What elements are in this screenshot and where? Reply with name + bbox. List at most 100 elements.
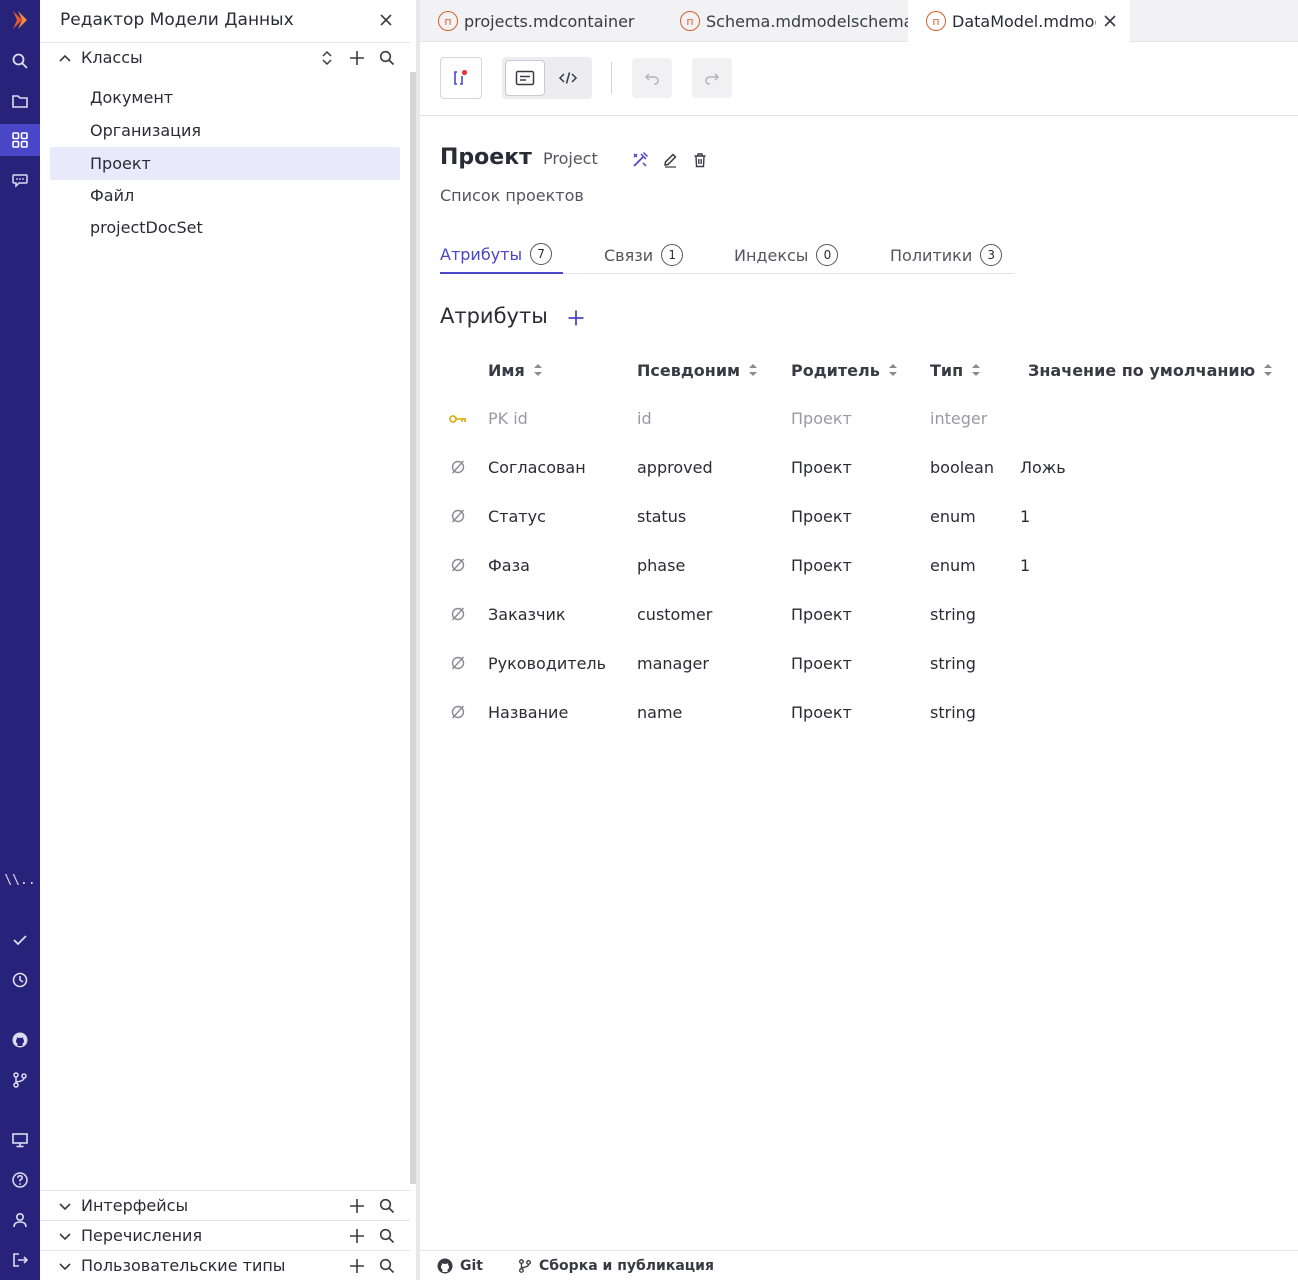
cell-type[interactable]: string	[930, 654, 976, 673]
cell-parent[interactable]: Проект	[791, 507, 852, 526]
column-header-default[interactable]: Значение по умолчанию	[1028, 358, 1273, 382]
chevron-down-icon[interactable]	[52, 1251, 78, 1280]
cell-name[interactable]: PK id	[488, 409, 528, 428]
tab-indexes[interactable]: Индексы 0	[734, 236, 839, 274]
sidebar-title: Редактор Модели Данных	[60, 10, 294, 30]
cell-parent[interactable]: Проект	[791, 409, 852, 428]
form-view-button[interactable]	[505, 60, 545, 96]
logo-icon[interactable]	[0, 4, 40, 36]
cell-type[interactable]: string	[930, 703, 976, 722]
cell-parent[interactable]: Проект	[791, 458, 852, 477]
tab-attributes[interactable]: Атрибуты 7	[440, 236, 563, 274]
tab-datamodel[interactable]: п DataModel.mdmodel	[908, 0, 1130, 42]
search-icon[interactable]	[372, 1221, 402, 1251]
nullable-icon	[447, 505, 469, 527]
cell-type[interactable]: enum	[930, 507, 976, 526]
folder-icon[interactable]	[0, 85, 40, 117]
chevron-down-icon[interactable]	[52, 1221, 78, 1251]
chevron-down-icon[interactable]	[52, 1191, 78, 1221]
count-badge: 1	[661, 244, 684, 266]
cell-alias[interactable]: name	[637, 703, 682, 722]
cell-parent[interactable]: Проект	[791, 556, 852, 575]
section-user-types-label: Пользовательские типы	[81, 1256, 286, 1275]
section-classes[interactable]: Классы	[40, 42, 410, 72]
add-icon[interactable]	[342, 1221, 372, 1251]
cell-name[interactable]: Руководитель	[488, 654, 606, 673]
class-name: Проект	[440, 145, 532, 170]
section-enums[interactable]: Перечисления	[40, 1220, 410, 1250]
class-item-selected[interactable]: Проект	[50, 147, 400, 180]
branch-icon[interactable]	[0, 1064, 40, 1096]
help-icon[interactable]	[0, 1164, 40, 1196]
tab-relations[interactable]: Связи 1	[604, 236, 684, 274]
tab-policies[interactable]: Политики 3	[890, 236, 1003, 274]
cell-name[interactable]: Согласован	[488, 458, 586, 477]
split-view-button[interactable]	[440, 57, 482, 99]
close-icon[interactable]	[374, 8, 398, 32]
grid-icon[interactable]	[0, 124, 40, 156]
cell-alias[interactable]: id	[637, 409, 652, 428]
add-icon[interactable]	[342, 1251, 372, 1280]
ellipsis-icon[interactable]: \\..	[0, 864, 40, 896]
column-header-parent[interactable]: Родитель	[791, 358, 898, 382]
cell-alias[interactable]: customer	[637, 605, 712, 624]
column-header-type[interactable]: Тип	[930, 358, 981, 382]
cell-parent[interactable]: Проект	[791, 654, 852, 673]
section-user-types[interactable]: Пользовательские типы	[40, 1250, 410, 1280]
user-icon[interactable]	[0, 1204, 40, 1236]
redo-button[interactable]	[692, 58, 732, 98]
search-icon[interactable]	[372, 1191, 402, 1221]
tools-icon[interactable]	[629, 149, 651, 171]
class-item[interactable]: projectDocSet	[50, 211, 400, 244]
logout-icon[interactable]	[0, 1244, 40, 1276]
build-publish[interactable]: Сборка и публикация	[517, 1251, 714, 1280]
cell-name[interactable]: Заказчик	[488, 605, 566, 624]
cell-alias[interactable]: approved	[637, 458, 713, 477]
add-icon[interactable]	[342, 1191, 372, 1221]
add-attribute-icon[interactable]	[564, 306, 588, 330]
column-header-name[interactable]: Имя	[488, 358, 543, 382]
cell-default[interactable]: Ложь	[1020, 458, 1066, 477]
check-icon[interactable]	[0, 924, 40, 956]
nullable-icon	[447, 701, 469, 723]
history-icon[interactable]	[0, 964, 40, 996]
cell-name[interactable]: Название	[488, 703, 568, 722]
tab-schema[interactable]: п Schema.mdmodelschema	[662, 0, 908, 42]
expand-collapse-icon[interactable]	[312, 43, 342, 73]
class-item[interactable]: Файл	[50, 179, 400, 212]
cell-type[interactable]: string	[930, 605, 976, 624]
git-status[interactable]: Git	[436, 1251, 483, 1280]
cell-type[interactable]: integer	[930, 409, 987, 428]
delete-icon[interactable]	[689, 149, 711, 171]
close-icon[interactable]	[1100, 11, 1120, 31]
cell-type[interactable]: boolean	[930, 458, 994, 477]
monitor-icon[interactable]	[0, 1124, 40, 1156]
cell-parent[interactable]: Проект	[791, 703, 852, 722]
github-icon[interactable]	[0, 1024, 40, 1056]
cell-name[interactable]: Фаза	[488, 556, 530, 575]
file-badge-icon: п	[438, 11, 458, 31]
cell-type[interactable]: enum	[930, 556, 976, 575]
undo-button[interactable]	[632, 58, 672, 98]
cell-name[interactable]: Статус	[488, 507, 546, 526]
section-interfaces[interactable]: Интерфейсы	[40, 1190, 410, 1220]
cell-default[interactable]: 1	[1020, 556, 1030, 575]
cell-default[interactable]: 1	[1020, 507, 1030, 526]
class-item[interactable]: Организация	[50, 114, 400, 147]
section-classes-label: Классы	[81, 48, 143, 67]
cell-alias[interactable]: phase	[637, 556, 685, 575]
code-view-button[interactable]	[548, 60, 588, 96]
add-icon[interactable]	[342, 43, 372, 73]
chevron-up-icon[interactable]	[52, 43, 78, 73]
search-icon[interactable]	[0, 45, 40, 77]
search-icon[interactable]	[372, 43, 402, 73]
column-header-alias[interactable]: Псевдоним	[637, 358, 758, 382]
cell-parent[interactable]: Проект	[791, 605, 852, 624]
chat-icon[interactable]	[0, 164, 40, 196]
class-item[interactable]: Документ	[50, 81, 400, 114]
cell-alias[interactable]: manager	[637, 654, 709, 673]
search-icon[interactable]	[372, 1251, 402, 1280]
cell-alias[interactable]: status	[637, 507, 686, 526]
tab-projects[interactable]: п projects.mdcontainer	[420, 0, 660, 42]
edit-icon[interactable]	[659, 149, 681, 171]
